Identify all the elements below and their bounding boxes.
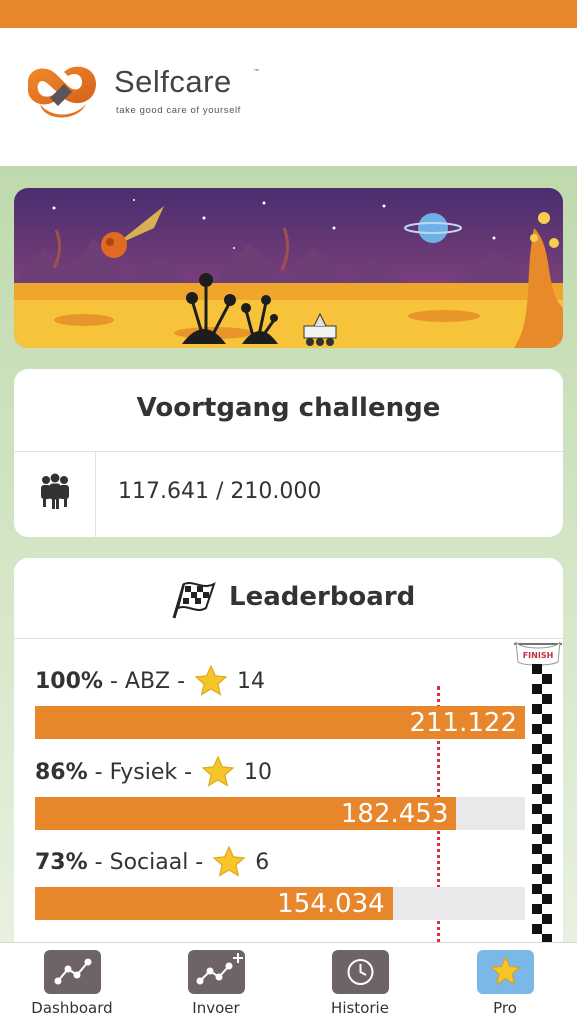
brand-name: Selfcare — [114, 64, 232, 99]
top-status-bar — [0, 0, 577, 28]
finish-check-square — [532, 924, 542, 934]
finish-check-square — [532, 684, 542, 694]
row-percent: 73% — [35, 850, 88, 875]
main-content: Voortgang challenge 117.641 / 210.000 Le… — [0, 166, 577, 942]
finish-check-square — [532, 784, 542, 794]
finish-check-square — [542, 694, 552, 704]
finish-check-square — [542, 734, 552, 744]
tab-label: Invoer — [192, 999, 240, 1017]
finish-check-square — [542, 714, 552, 724]
finish-check-square — [542, 814, 552, 824]
finish-check-square — [532, 724, 542, 734]
finish-check-square — [542, 774, 552, 784]
finish-check-square — [542, 854, 552, 864]
progress-value: 117.641 / 210.000 — [118, 479, 322, 504]
checkered-flag-icon — [172, 582, 216, 619]
add-chart-icon — [188, 950, 245, 994]
tab-label: Dashboard — [31, 999, 113, 1017]
finish-check-square — [532, 824, 542, 834]
finish-check-square — [532, 764, 542, 774]
finish-check-square — [542, 794, 552, 804]
leaderboard-bar-abz: 211.122 — [35, 706, 525, 739]
finish-check-square — [532, 864, 542, 874]
finish-check-square — [542, 874, 552, 884]
row-percent: 86% — [35, 760, 88, 785]
finish-check-square — [542, 754, 552, 764]
row-stars: 6 — [255, 850, 270, 875]
leaderboard-row-label-sociaal: 73% - Sociaal - 6 — [35, 845, 270, 877]
bar-value: 211.122 — [409, 708, 517, 738]
bar-value: 182.453 — [340, 799, 449, 829]
star-icon — [212, 845, 246, 877]
progress-title: Voortgang challenge — [136, 393, 441, 423]
bar-fill: 211.122 — [35, 706, 525, 739]
tab-dashboard[interactable]: Dashboard — [0, 943, 144, 1024]
row-name: - Fysiek - — [94, 760, 193, 785]
trademark: ™ — [253, 68, 260, 76]
leaderboard-row-label-abz: 100% - ABZ - 14 — [35, 664, 266, 696]
progress-icon-divider — [95, 452, 96, 537]
tab-label: Historie — [331, 999, 389, 1017]
finish-check-square — [532, 844, 542, 854]
tab-invoer[interactable]: Invoer — [144, 943, 288, 1024]
tab-label: Pro — [493, 999, 517, 1017]
finish-check-square — [542, 894, 552, 904]
tab-pro[interactable]: Pro — [433, 943, 577, 1024]
finish-check-square — [542, 834, 552, 844]
finish-check-square — [532, 804, 542, 814]
finish-check-square — [542, 674, 552, 684]
leaderboard-card: Leaderboard 100% - ABZ - 14 211.122 86% … — [14, 558, 563, 942]
row-name: - Sociaal - — [94, 850, 204, 875]
clock-icon — [332, 950, 389, 994]
progress-divider — [14, 451, 563, 452]
finish-check-square — [542, 914, 552, 924]
leaderboard-title: Leaderboard — [229, 582, 416, 612]
leaderboard-divider — [14, 638, 563, 639]
star-icon — [477, 950, 534, 994]
app-header: Selfcare ™ take good care of yourself — [0, 28, 577, 166]
challenge-banner-illustration — [14, 188, 563, 348]
tab-historie[interactable]: Historie — [288, 943, 432, 1024]
group-icon — [41, 473, 69, 509]
progress-card: Voortgang challenge 117.641 / 210.000 — [14, 369, 563, 537]
finish-label: FINISH — [523, 651, 554, 660]
finish-check-square — [532, 884, 542, 894]
finish-line-icon: FINISH — [514, 641, 562, 942]
star-icon — [201, 755, 235, 787]
bar-value: 154.034 — [277, 889, 385, 919]
leaderboard-bar-fysiek: 182.453 — [35, 797, 525, 830]
row-stars: 10 — [244, 760, 273, 785]
row-name: - ABZ - — [109, 669, 186, 694]
bar-fill: 182.453 — [35, 797, 457, 830]
row-stars: 14 — [237, 669, 266, 694]
leaderboard-bar-sociaal: 154.034 — [35, 887, 525, 920]
finish-check-square — [532, 704, 542, 714]
brand-tagline: take good care of yourself — [116, 105, 241, 116]
leaderboard-row-label-fysiek: 86% - Fysiek - 10 — [35, 755, 273, 787]
finish-check-square — [532, 904, 542, 914]
finish-check-square — [532, 664, 542, 674]
row-percent: 100% — [35, 669, 103, 694]
bottom-tab-bar: Dashboard Invoer Historie Pro — [0, 942, 577, 1024]
finish-check-square — [532, 744, 542, 754]
finish-check-square — [542, 934, 552, 942]
star-icon — [194, 664, 228, 696]
chart-icon — [44, 950, 101, 994]
bar-fill: 154.034 — [35, 887, 393, 920]
selfcare-logo-icon — [28, 66, 96, 118]
